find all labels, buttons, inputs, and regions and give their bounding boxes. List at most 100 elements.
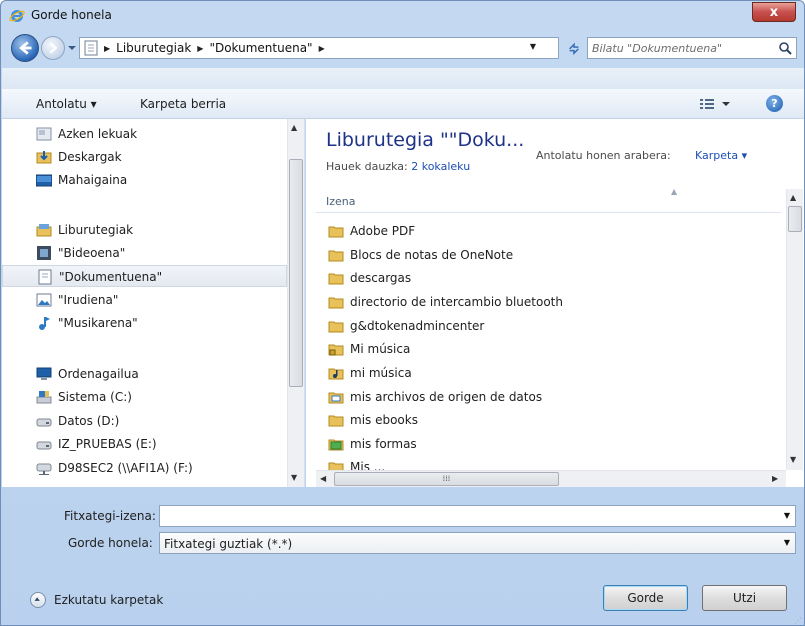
nav-item-documents[interactable]: "Dokumentuena" <box>2 265 287 287</box>
hide-folders-label[interactable]: Ezkutatu karpetak <box>54 593 163 607</box>
title-bar[interactable]: Gorde honela x <box>1 1 804 31</box>
hide-folders-button[interactable] <box>30 592 46 608</box>
list-item[interactable]: mis archivos de origen de datos <box>326 386 766 409</box>
scroll-left-icon[interactable]: ◀ <box>320 474 326 483</box>
back-arrow-icon <box>19 41 32 55</box>
content-hscroll-thumb[interactable]: ⁞⁞⁞ <box>334 472 559 486</box>
scroll-down-icon[interactable]: ▼ <box>291 473 297 482</box>
pictures-library-icon <box>36 293 52 307</box>
nav-item-system-drive[interactable]: Sistema (C:) <box>2 386 287 408</box>
content-scrollbar[interactable]: ▲ ▼ <box>786 189 803 470</box>
nav-item-label: "Dokumentuena" <box>59 270 163 284</box>
breadcrumb-libraries[interactable]: Liburutegiak <box>116 41 191 55</box>
nav-item-label: Azken lekuak <box>58 127 138 141</box>
file-label: Adobe PDF <box>350 224 416 238</box>
list-item[interactable]: mi música <box>326 362 766 385</box>
cancel-button[interactable]: Utzi <box>702 585 787 611</box>
content-scroll-thumb[interactable] <box>788 206 802 232</box>
folder-icon <box>328 226 344 238</box>
folder-icon <box>328 321 344 333</box>
documents-library-icon <box>84 40 98 56</box>
list-item[interactable]: mis formas <box>326 433 766 456</box>
refresh-icon <box>569 42 579 55</box>
column-name-label: Izena <box>326 195 356 208</box>
search-icon[interactable] <box>778 41 792 55</box>
organize-button[interactable]: Antolatu ▾ <box>36 97 97 111</box>
column-header-name[interactable]: Izena ▲ <box>316 187 781 213</box>
close-button[interactable]: x <box>752 2 796 22</box>
refresh-button[interactable] <box>563 38 585 58</box>
forward-button[interactable] <box>41 36 65 60</box>
change-view-icon[interactable] <box>698 96 732 112</box>
close-icon: x <box>769 4 779 20</box>
nav-item-pictures[interactable]: "Irudiena" <box>2 289 287 311</box>
resize-grip-icon[interactable]: ⋰ <box>794 616 802 625</box>
command-toolbar: Antolatu ▾ Karpeta berria ? <box>2 89 804 119</box>
nav-item-computer[interactable]: Ordenagailua <box>2 363 287 385</box>
list-item[interactable]: Mis ... <box>326 456 766 470</box>
file-label: Mi música <box>350 342 411 356</box>
nav-item-downloads[interactable]: Deskargak <box>2 146 287 168</box>
savetype-value: Fitxategi guztiak (*.*) <box>164 537 293 551</box>
folder-icon <box>328 462 344 470</box>
nav-item-music[interactable]: "Musikarena" <box>2 312 287 334</box>
forms-icon <box>328 439 344 451</box>
nav-item-label: Ordenagailua <box>58 367 139 381</box>
scroll-right-icon[interactable]: ▶ <box>772 474 778 483</box>
file-label: mis formas <box>350 437 417 451</box>
list-item[interactable]: Blocs de notas de OneNote <box>326 244 766 267</box>
nav-item-videos[interactable]: "Bideoena" <box>2 242 287 264</box>
nav-item-recent-places[interactable]: Azken lekuak <box>2 123 287 145</box>
breadcrumb-separator-icon[interactable]: ▶ <box>319 44 325 53</box>
file-label: mis ebooks <box>350 413 418 427</box>
content-horizontal-scrollbar[interactable]: ◀ ⁞⁞⁞ ▶ <box>316 470 786 487</box>
nav-item-label: Sistema (C:) <box>58 390 132 404</box>
breadcrumb-separator-icon[interactable]: ▶ <box>197 44 203 53</box>
drive-icon <box>36 441 52 450</box>
navpane-scroll-thumb[interactable] <box>289 159 303 387</box>
scroll-up-icon[interactable]: ▲ <box>790 193 796 202</box>
search-input[interactable] <box>592 40 772 56</box>
computer-icon <box>36 367 52 380</box>
nav-item-label: "Irudiena" <box>58 293 119 307</box>
new-folder-button[interactable]: Karpeta berria <box>140 97 226 111</box>
address-dropdown-icon[interactable]: ▼ <box>530 42 536 51</box>
scroll-up-icon[interactable]: ▲ <box>291 123 297 132</box>
nav-item-desktop[interactable]: Mahaigaina <box>2 169 287 191</box>
save-button[interactable]: Gorde <box>603 585 688 611</box>
list-item[interactable]: descargas <box>326 267 766 290</box>
music-folder-icon <box>328 368 344 380</box>
locked-folder-icon <box>328 344 344 356</box>
nav-item-libraries[interactable]: Liburutegiak <box>2 219 287 241</box>
list-item[interactable]: Adobe PDF <box>326 220 766 243</box>
arrange-by-dropdown[interactable]: Karpeta ▾ <box>695 149 747 162</box>
navigation-bar: ▶ Liburutegiak ▶ "Dokumentuena" ▶ ▼ <box>7 33 800 63</box>
folder-icon <box>328 273 344 285</box>
scroll-down-icon[interactable]: ▼ <box>790 455 796 464</box>
nav-item-network-drive[interactable]: D98SEC2 (\\AFI1A) (F:) <box>2 457 287 479</box>
breadcrumb-documents[interactable]: "Dokumentuena" <box>209 41 312 55</box>
address-bar[interactable]: ▶ Liburutegiak ▶ "Dokumentuena" ▶ ▼ <box>79 37 559 59</box>
navpane-scrollbar[interactable]: ▲ ▼ <box>287 119 304 487</box>
recent-pages-chevron-icon[interactable] <box>67 42 77 54</box>
filename-input[interactable] <box>163 508 763 524</box>
search-box[interactable] <box>587 37 797 59</box>
folder-icon <box>328 415 344 427</box>
filename-field[interactable]: ▼ <box>159 505 796 527</box>
filename-dropdown-icon[interactable]: ▼ <box>784 511 790 520</box>
list-item[interactable]: mis ebooks <box>326 409 766 432</box>
list-item[interactable]: g&dtokenadmincenter <box>326 315 766 338</box>
back-button[interactable] <box>11 34 39 62</box>
breadcrumb-separator-icon[interactable]: ▶ <box>104 44 110 53</box>
help-button[interactable]: ? <box>766 95 783 112</box>
list-item[interactable]: directorio de intercambio bluetooth <box>326 291 766 314</box>
savetype-dropdown[interactable]: Fitxategi guztiak (*.*) ▼ <box>159 532 796 554</box>
savetype-label: Gorde honela: <box>68 536 153 550</box>
nav-item-pruebas-drive[interactable]: IZ_PRUEBAS (E:) <box>2 433 287 455</box>
includes-locations-link[interactable]: 2 kokaleku <box>411 160 470 173</box>
toolbar-strip <box>2 68 804 89</box>
nav-item-data-drive[interactable]: Datos (D:) <box>2 410 287 432</box>
drive-icon <box>36 418 52 427</box>
library-includes: Hauek dauzka: 2 kokaleku <box>326 160 470 173</box>
list-item[interactable]: Mi música <box>326 338 766 361</box>
